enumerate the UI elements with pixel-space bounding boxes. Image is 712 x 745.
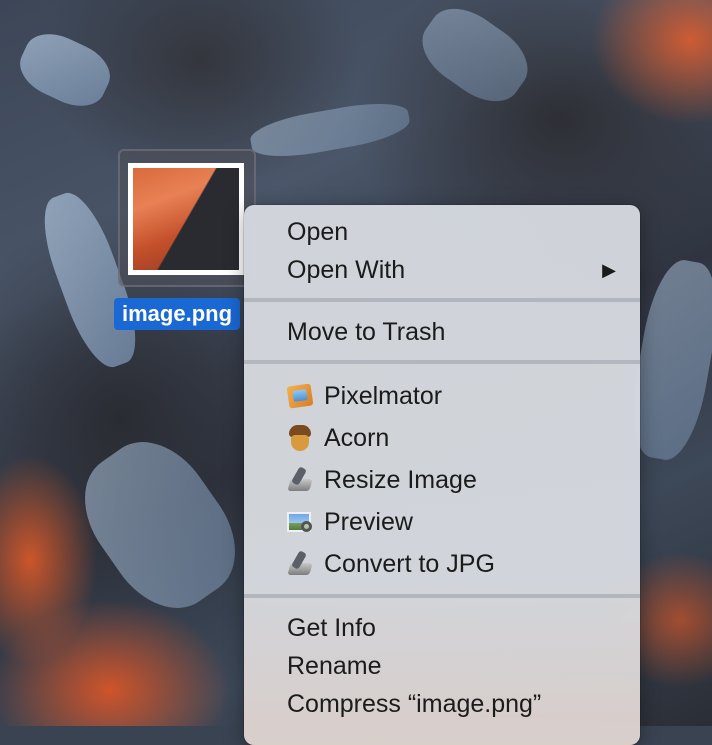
snow-patch	[247, 96, 413, 164]
menu-separator	[244, 594, 640, 598]
menu-item-label: Open	[287, 218, 349, 246]
snow-patch	[409, 0, 541, 116]
menu-item-open-with[interactable]: Open With ▶	[244, 251, 640, 289]
menu-item-label: Acorn	[324, 424, 390, 452]
menu-item-pixelmator[interactable]: Pixelmator	[244, 375, 640, 417]
menu-item-convert-to-jpg[interactable]: Convert to JPG	[244, 543, 640, 585]
context-menu: Open Open With ▶ Move to Trash Pixelmato…	[244, 205, 640, 745]
menu-item-label: Convert to JPG	[324, 550, 495, 578]
menu-item-label: Resize Image	[324, 466, 477, 494]
acorn-icon	[285, 423, 315, 453]
menu-item-label: Rename	[287, 652, 382, 680]
thumbnail-preview	[133, 168, 239, 270]
menu-item-acorn[interactable]: Acorn	[244, 417, 640, 459]
menu-item-get-info[interactable]: Get Info	[244, 609, 640, 647]
menu-item-label: Move to Trash	[287, 318, 446, 346]
file-icon-image-png[interactable]	[118, 149, 256, 287]
image-thumbnail	[128, 163, 244, 275]
submenu-arrow-icon: ▶	[602, 260, 616, 280]
file-name-label[interactable]: image.png	[114, 298, 241, 330]
menu-item-resize-image[interactable]: Resize Image	[244, 459, 640, 501]
menu-item-label: Open With	[287, 256, 406, 284]
menu-item-label: Compress “image.png”	[287, 690, 542, 718]
automator-icon	[285, 549, 315, 579]
menu-item-label: Preview	[324, 508, 413, 536]
menu-separator	[244, 298, 640, 302]
menu-separator	[244, 360, 640, 364]
preview-icon	[285, 507, 315, 537]
menu-item-compress[interactable]: Compress “image.png”	[244, 685, 640, 723]
menu-item-open[interactable]: Open	[244, 213, 640, 251]
menu-item-label: Pixelmator	[324, 382, 443, 410]
menu-item-label: Get Info	[287, 614, 376, 642]
snow-patch	[62, 420, 258, 630]
menu-item-rename[interactable]: Rename	[244, 647, 640, 685]
automator-icon	[285, 465, 315, 495]
menu-item-move-to-trash[interactable]: Move to Trash	[244, 313, 640, 351]
pixelmator-icon	[285, 381, 315, 411]
snow-patch	[11, 23, 119, 117]
menu-item-preview[interactable]: Preview	[244, 501, 640, 543]
